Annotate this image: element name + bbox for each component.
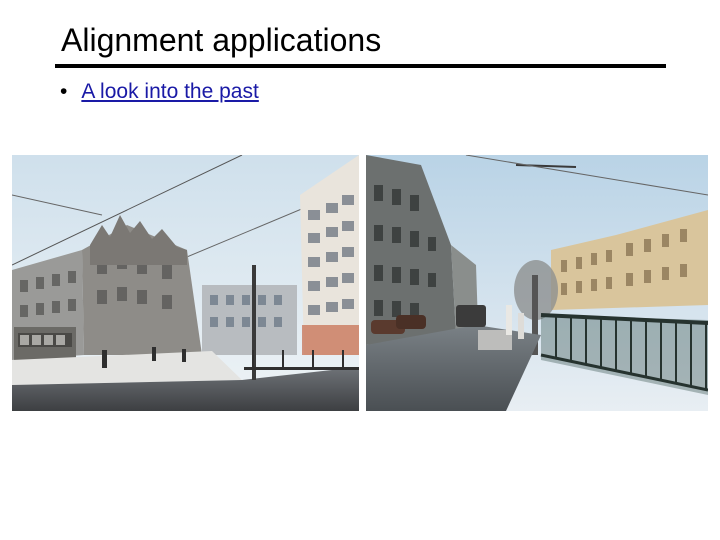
bullet-item: • A look into the past — [60, 78, 259, 106]
photo-street-corner — [12, 155, 359, 411]
bullet-marker: • — [60, 80, 68, 103]
photo-canal-street — [366, 155, 708, 411]
slide-title: Alignment applications — [61, 22, 382, 58]
title-underline — [55, 64, 666, 68]
bullet-link-a-look-into-the-past[interactable]: A look into the past — [81, 80, 258, 103]
